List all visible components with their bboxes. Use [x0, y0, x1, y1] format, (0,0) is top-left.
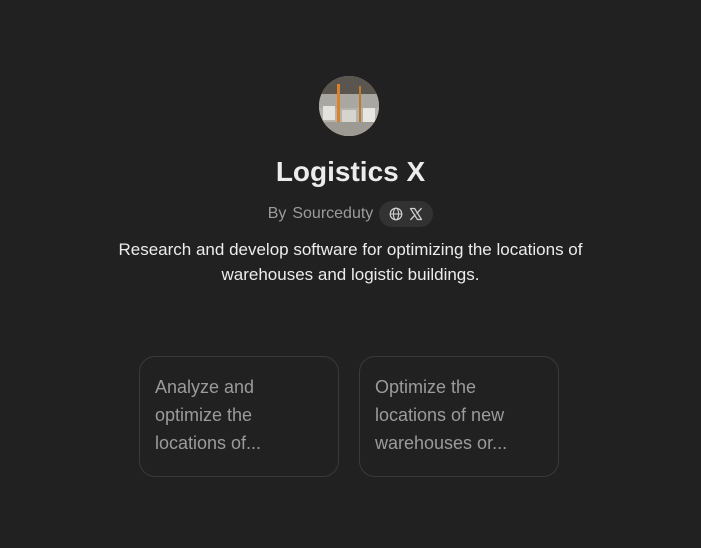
warehouse-image-icon [319, 76, 379, 136]
gpt-description: Research and develop software for optimi… [118, 240, 583, 284]
author-byline: By Sourceduty [0, 201, 701, 227]
conversation-starters: Analyze and optimize the locations of...… [139, 356, 559, 477]
social-links [379, 201, 434, 227]
gpt-title: Logistics X [275, 156, 426, 187]
conversation-starter-card[interactable]: Analyze and optimize the locations of... [139, 356, 339, 477]
author-prefix: By [267, 205, 287, 222]
globe-icon[interactable] [389, 207, 403, 221]
conversation-starter-card[interactable]: Optimize the locations of new warehouses… [359, 356, 559, 477]
author-name: Sourceduty [292, 205, 374, 222]
gpt-avatar [319, 76, 379, 136]
x-logo-icon[interactable] [409, 207, 423, 221]
